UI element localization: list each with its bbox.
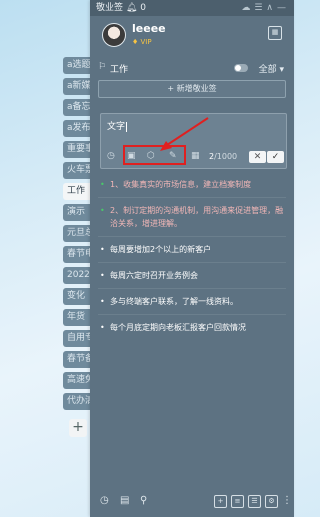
divider [98, 262, 286, 263]
clock-icon[interactable]: ◷ [107, 151, 115, 161]
user-profile: leeee ♦ VIP ▦ [90, 16, 294, 56]
note-item[interactable]: • 多与终端客户联系，了解一线资料。 [90, 295, 294, 308]
notebook-tab[interactable]: 演示 [63, 204, 93, 221]
note-item[interactable]: • 每个月底定期向老板汇报客户回款情况 [90, 321, 294, 334]
notebook-tab[interactable]: a新媒 [63, 78, 93, 95]
title-bar: 敬业签 🔔︎ 0 ☁☰∧— [90, 0, 294, 16]
notebook-tab[interactable]: a发布 [63, 120, 93, 137]
notebook-tab[interactable]: 春节备 [63, 351, 93, 368]
notebook-tab[interactable]: 重要事 [63, 141, 93, 158]
collapse-icon[interactable]: ∧ [266, 3, 277, 13]
list-icon[interactable]: ☰ [248, 495, 261, 508]
search-icon[interactable]: ⚲ [140, 495, 147, 506]
skin-icon[interactable]: ☁ [241, 3, 254, 13]
notebook-tab[interactable]: 自用专 [63, 330, 93, 347]
notebook-tab-list: a选题 a新媒 a备忘 a发布 重要事 火车票 工作 演示 元旦总 春节电 20… [63, 57, 93, 414]
app-title: 敬业签 [96, 3, 126, 13]
bottom-toolbar: ◷ ▤ ⚲ + ≡ ☰ ⚙ ⋮ [90, 493, 294, 511]
note-list: • 1、收集真实的市场信息，建立档案制度 • 2、制订定期的沟通机制，用沟通来促… [90, 178, 294, 334]
clock-icon[interactable]: ◷ [100, 495, 109, 506]
notebook-tab[interactable]: 高速免 [63, 372, 93, 389]
add-icon[interactable]: + [214, 495, 227, 508]
toggle-switch[interactable] [234, 64, 248, 72]
annotation-arrow [160, 117, 209, 151]
archive-icon[interactable]: ≡ [231, 495, 244, 508]
divider [98, 197, 286, 198]
notebook-tab[interactable]: 变化 [63, 288, 93, 305]
settings-icon[interactable]: ⚙ [265, 495, 278, 508]
add-notebook-button[interactable]: + [69, 419, 87, 437]
notebook-tab[interactable]: 年货 [63, 309, 93, 326]
vip-badge[interactable]: ♦ VIP [132, 38, 152, 46]
username: leeee [132, 22, 166, 35]
avatar[interactable] [102, 23, 126, 47]
note-item[interactable]: • 1、收集真实的市场信息，建立档案制度 [90, 178, 294, 191]
notebook-tab[interactable]: 火车票 [63, 162, 93, 179]
calendar-icon[interactable]: ▤ [120, 495, 129, 506]
notebook-tab-active[interactable]: 工作 [63, 183, 93, 200]
notebook-tab[interactable]: a备忘 [63, 99, 93, 116]
notebook-tab[interactable]: 元旦总 [63, 225, 93, 242]
confirm-button[interactable]: ✓ [267, 151, 284, 163]
note-item[interactable]: • 每周要增加2个以上的新客户 [90, 243, 294, 256]
section-title: 工作 [110, 65, 129, 75]
note-item[interactable]: • 2、制订定期的沟通机制，用沟通来促进管理，融洽关系，增进理解。 [90, 204, 294, 230]
close-icon[interactable]: — [277, 3, 290, 13]
divider [98, 236, 286, 237]
editor-text[interactable]: 文字 [107, 119, 127, 132]
divider [98, 314, 286, 315]
notebook-tab[interactable]: 代办清 [63, 393, 93, 410]
bell-icon[interactable]: 🔔︎ [126, 3, 137, 13]
notebook-tab[interactable]: 2022 [63, 267, 93, 284]
window-controls: ☁☰∧— [241, 0, 290, 16]
bell-count: 0 [140, 3, 146, 13]
notebook-tab[interactable]: a选题 [63, 57, 93, 74]
flag-icon: ⚐ [98, 62, 107, 72]
filter-dropdown[interactable]: 全部 ▾ [259, 62, 284, 75]
menu-icon[interactable]: ☰ [254, 3, 266, 13]
note-item[interactable]: • 每周六定时召开业务例会 [90, 269, 294, 282]
calendar-grid-icon[interactable]: ▦ [268, 26, 282, 40]
section-header: ⚐ 工作 全部 ▾ [90, 60, 294, 78]
more-icon[interactable]: ⋮ [282, 495, 292, 506]
divider [98, 288, 286, 289]
diamond-icon: ♦ [132, 38, 139, 46]
notebook-tab[interactable]: 春节电 [63, 246, 93, 263]
new-note-button[interactable]: + 新增敬业签 [98, 80, 286, 98]
cancel-button[interactable]: ✕ [249, 151, 266, 163]
